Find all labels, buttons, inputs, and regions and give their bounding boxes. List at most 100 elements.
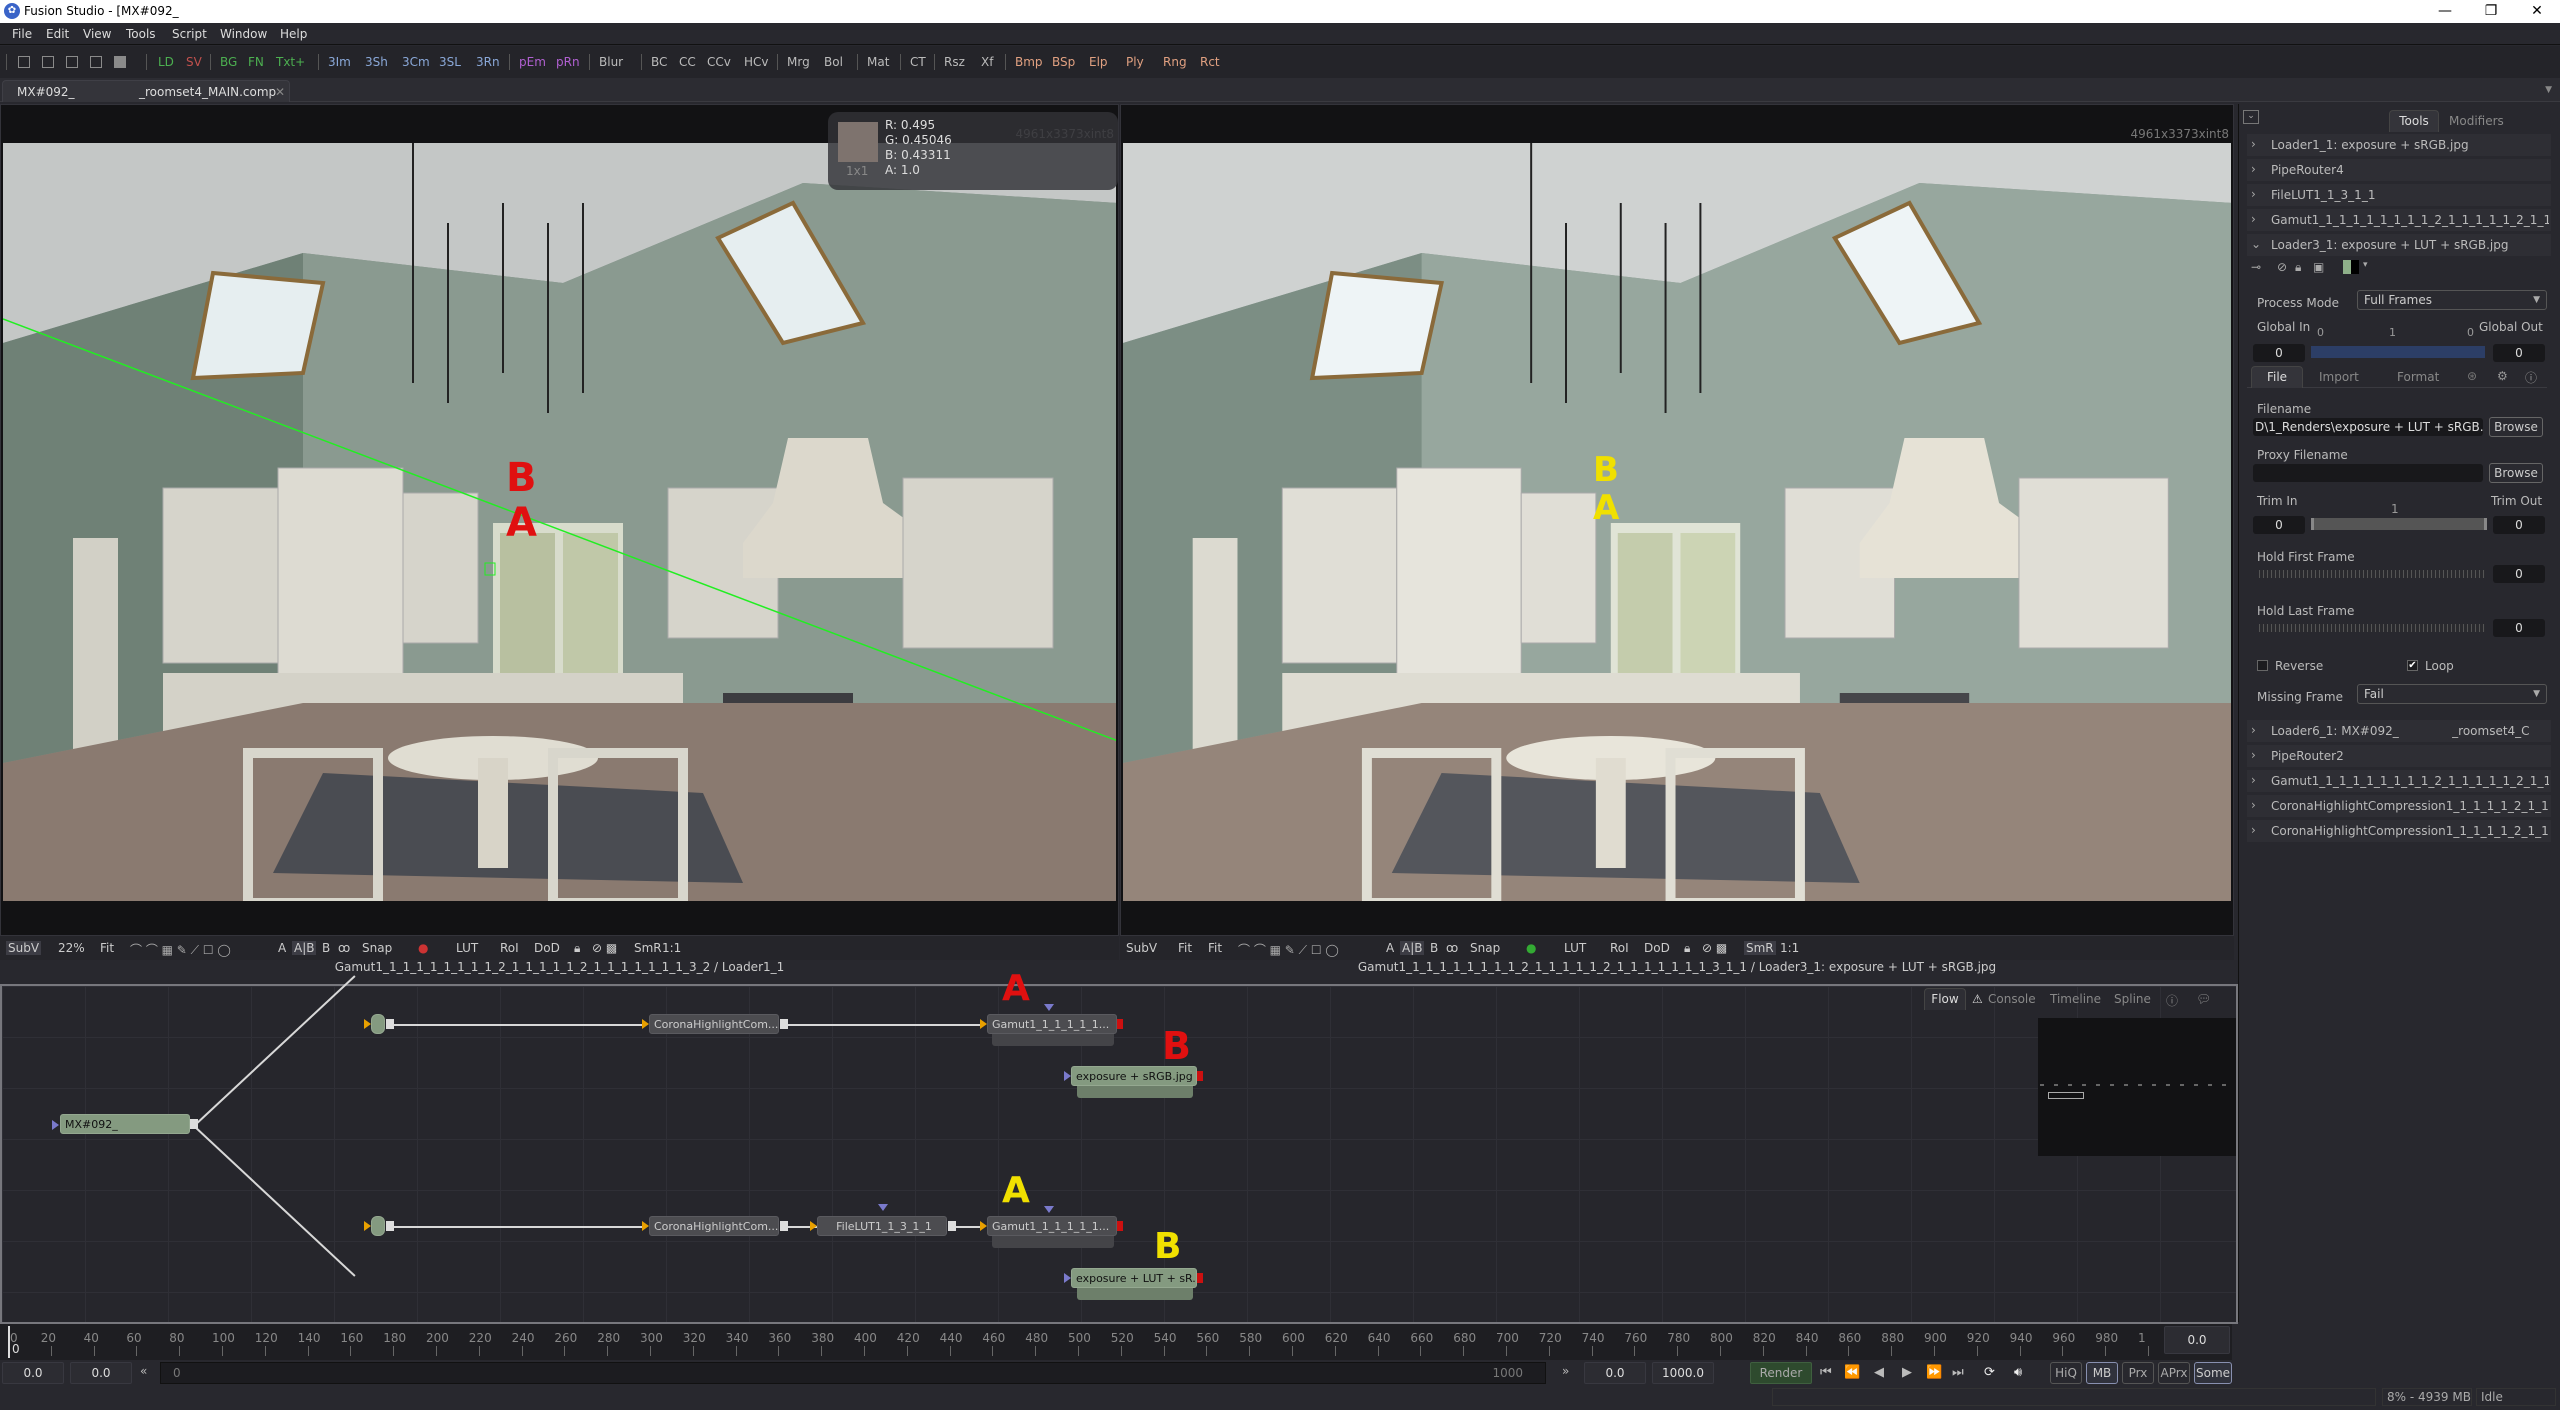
output-port[interactable]	[948, 1221, 956, 1231]
tool-button-3sl[interactable]: 3SL	[439, 55, 461, 69]
global-start-field[interactable]: 0.0	[2, 1362, 64, 1384]
close-tab-icon[interactable]: ✕	[275, 85, 285, 99]
fit-button[interactable]: Fit	[100, 941, 114, 955]
process-mode-dropdown[interactable]: Full Frames ▼	[2357, 290, 2547, 310]
tool-row[interactable]: › CoronaHighlightCompression1_1_1_1_1_2_1…	[2247, 820, 2551, 842]
loop-icon[interactable]: ⟳	[1984, 1365, 1995, 1380]
output-port[interactable]	[1197, 1071, 1203, 1081]
input-triangle[interactable]	[980, 1221, 987, 1231]
tool-row[interactable]: › Loader6_1: MX#092_ _roomset4_C	[2247, 720, 2551, 742]
flow-navigator[interactable]	[2038, 1018, 2236, 1156]
effect-mask-input[interactable]	[878, 1204, 888, 1211]
play-icon[interactable]: ▶	[1902, 1365, 1912, 1380]
play-reverse-icon[interactable]: ◀	[1874, 1365, 1884, 1380]
range-prev-icon[interactable]: «	[140, 1364, 147, 1378]
snap-button[interactable]: Snap	[1470, 941, 1500, 955]
save-icon[interactable]: ▣	[2313, 260, 2324, 274]
channel-rgb-icon[interactable]: ●	[418, 941, 428, 955]
dod-button[interactable]: DoD	[1644, 941, 1670, 955]
color-dropdown-icon[interactable]: ▾	[2363, 260, 2368, 270]
viewer-tools-icons[interactable]: ⌒ ⌒ ▦ ✎ ⟋ ☐ ◯	[1238, 941, 1339, 958]
layout-split-icon[interactable]	[42, 56, 54, 68]
buffer-a-button[interactable]: A	[1386, 941, 1394, 955]
input-triangle[interactable]	[642, 1019, 649, 1029]
tile-color-swatch[interactable]	[2343, 260, 2351, 274]
node-filelut[interactable]: FileLUT1_1_3_1_1	[817, 1216, 947, 1236]
restore-button[interactable]: ❐	[2468, 0, 2514, 23]
menu-help[interactable]: Help	[280, 27, 307, 41]
snap-button[interactable]: Snap	[362, 941, 392, 955]
global-in-field[interactable]: 0	[2253, 344, 2305, 362]
tool-button-bc[interactable]: BC	[651, 55, 667, 69]
roi-button[interactable]: RoI	[500, 941, 519, 955]
channel-rgb-icon[interactable]: ●	[1526, 941, 1536, 955]
tool-button-hcv[interactable]: HCv	[744, 55, 769, 69]
tool-row[interactable]: › PipeRouter4	[2247, 159, 2551, 181]
tool-button-3sh[interactable]: 3Sh	[365, 55, 388, 69]
buffer-b-button[interactable]: B	[322, 941, 330, 955]
dod-button[interactable]: DoD	[534, 941, 560, 955]
some-button[interactable]: Some	[2194, 1362, 2232, 1384]
step-back-icon[interactable]: ⏪	[1844, 1365, 1860, 1380]
minimize-button[interactable]: —	[2422, 0, 2468, 23]
render-start-field[interactable]: 0.0	[70, 1362, 132, 1384]
filename-field[interactable]: D\1_Renders\exposure + LUT + sRGB.jpg	[2253, 418, 2483, 436]
hold-first-slider[interactable]	[2259, 570, 2485, 578]
effect-mask-input[interactable]	[1044, 1004, 1054, 1011]
input-triangle[interactable]	[364, 1019, 371, 1029]
tab-spline[interactable]: Spline	[2114, 992, 2151, 1006]
stereo-icon[interactable]: ꝏ	[1446, 941, 1458, 955]
flow-view[interactable]: MX#092_ CoronaHighlightCom... Gamut1_1_1…	[0, 968, 2238, 1324]
smr-button[interactable]: SmR	[1744, 941, 1776, 955]
node-loader-main[interactable]: MX#092_	[60, 1114, 190, 1134]
node-corona-top[interactable]: CoronaHighlightCom...	[649, 1014, 779, 1034]
navigator-viewport[interactable]	[2048, 1092, 2084, 1099]
menu-script[interactable]: Script	[172, 27, 207, 41]
time-ruler[interactable]: 0 0 20 40 60 80 100 120 140 160 180 200 220 240 260 28…	[0, 1324, 2232, 1360]
subtab-format[interactable]: Format	[2397, 370, 2439, 384]
tool-button-rng[interactable]: Rng	[1163, 55, 1187, 69]
tool-row[interactable]: › Gamut1_1_1_1_1_1_1_1_1_2_1_1_1_1_1_2_1_…	[2247, 770, 2551, 792]
text-color-swatch[interactable]	[2351, 260, 2359, 274]
menu-window[interactable]: Window	[220, 27, 267, 41]
browse-filename-button[interactable]: Browse	[2489, 417, 2543, 437]
input-triangle[interactable]	[1064, 1071, 1071, 1081]
disable-icon[interactable]: ⊘	[2277, 260, 2287, 274]
tab-tools[interactable]: Tools	[2389, 110, 2439, 132]
browse-proxy-button[interactable]: Browse	[2489, 463, 2543, 483]
tool-button-sv[interactable]: SV	[186, 55, 202, 69]
tool-button-rsz[interactable]: Rsz	[944, 55, 965, 69]
tool-row[interactable]: › PipeRouter2	[2247, 745, 2551, 767]
buffer-a-button[interactable]: A	[278, 941, 286, 955]
one-to-one-button[interactable]: 1:1	[1780, 941, 1799, 955]
output-port[interactable]	[190, 1119, 198, 1129]
output-port[interactable]	[386, 1221, 394, 1231]
proxy-filename-field[interactable]	[2253, 464, 2483, 482]
subview-button[interactable]: SubV	[6, 941, 42, 955]
one-to-one-button[interactable]: 1:1	[662, 941, 681, 955]
global-end-field[interactable]: 1000.0	[1652, 1362, 1714, 1384]
lock-icon[interactable]: 🔒︎	[2295, 260, 2301, 275]
lock-icon[interactable]: 🔒︎	[1684, 941, 1690, 956]
layout-stack-icon[interactable]	[114, 56, 126, 68]
tool-button-bsp[interactable]: BSp	[1052, 55, 1075, 69]
menu-view[interactable]: View	[83, 27, 111, 41]
tool-row[interactable]: › FileLUT1_1_3_1_1	[2247, 184, 2551, 206]
tab-modifiers[interactable]: Modifiers	[2449, 114, 2504, 128]
menu-tools[interactable]: Tools	[126, 27, 156, 41]
pin-icon[interactable]: ⊸	[2251, 260, 2261, 274]
render-end-field[interactable]: 0.0	[1584, 1362, 1646, 1384]
tool-row[interactable]: › Loader1_1: exposure + sRGB.jpg	[2247, 134, 2551, 156]
prx-button[interactable]: Prx	[2122, 1362, 2154, 1384]
tool-button-elp[interactable]: Elp	[1089, 55, 1108, 69]
comments-icon[interactable]: 💬︎	[2196, 992, 2211, 1006]
tab-flow[interactable]: Flow	[1924, 988, 1966, 1010]
tool-row[interactable]: › CoronaHighlightCompression1_1_1_1_1_2_1…	[2247, 795, 2551, 817]
hold-last-field[interactable]: 0	[2493, 619, 2545, 637]
input-triangle[interactable]	[1064, 1273, 1071, 1283]
tool-button-txt[interactable]: Txt+	[276, 55, 305, 69]
stereo-icon[interactable]: ꝏ	[338, 941, 350, 955]
trim-range-slider[interactable]	[2311, 518, 2487, 530]
go-to-start-icon[interactable]: ⏮	[1820, 1365, 1832, 1380]
current-time-field[interactable]: 0.0	[2164, 1326, 2230, 1354]
